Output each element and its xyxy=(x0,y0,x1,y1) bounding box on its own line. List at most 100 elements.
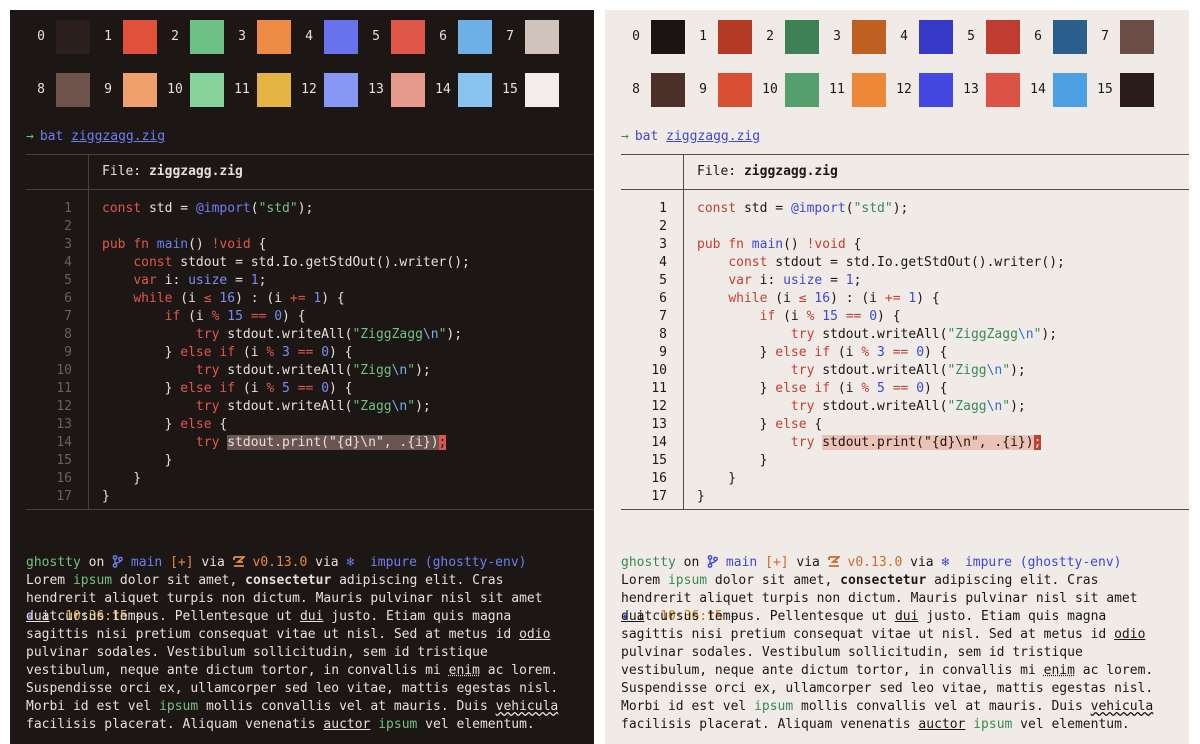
palette-swatch xyxy=(190,73,224,107)
palette-index: 9 xyxy=(699,82,707,97)
code-token: 15 xyxy=(227,309,243,324)
text-line: sagittis nisi pretium consequat vitae ut… xyxy=(621,626,1153,644)
git-branch-icon xyxy=(707,555,719,570)
palette-color-0: 0 xyxy=(621,20,688,54)
palette-swatch xyxy=(651,73,685,107)
code-token: stdout.writeAll( xyxy=(219,363,353,378)
code-token: == xyxy=(250,309,267,324)
palette-color-13: 13 xyxy=(956,73,1023,107)
code-token: ; xyxy=(1033,435,1042,450)
code-token: pub xyxy=(102,237,126,252)
palette-index: 1 xyxy=(104,29,112,44)
line-number: 8 xyxy=(64,327,72,342)
palette-color-10: 10 xyxy=(755,73,822,107)
palette-color-5: 5 xyxy=(361,20,428,54)
file-name: ziggzagg.zig xyxy=(148,164,243,179)
line-number: 15 xyxy=(651,453,667,468)
light-theme-terminal[interactable]: 01234567 8 9 10 11 12 13 14 15 → bat ziggzagg.zi… xyxy=(605,10,1189,744)
code-line: } else if (i % 5 == 0) { xyxy=(102,380,470,398)
command-file-link[interactable]: ziggzagg.zig xyxy=(666,129,760,144)
text-line: pulvinar sodales. Vestibulum sollicitudi… xyxy=(26,644,558,662)
text-segment: ac lorem. xyxy=(479,663,559,678)
palette-color-14: 14 xyxy=(428,73,495,107)
palette-color-7: 7 xyxy=(495,20,562,54)
text-line: Lorem ipsum dolor sit amet, consectetur … xyxy=(26,572,558,590)
palette-color-15: 15 xyxy=(1090,73,1157,107)
text-segment: Morbi id est vel xyxy=(26,699,160,714)
code-token: stdout = std.Io.getStdOut().writer(); xyxy=(767,255,1065,270)
palette-index: 8 xyxy=(37,82,45,97)
palette-swatch xyxy=(1053,73,1087,107)
dark-theme-terminal[interactable]: 01234567 8 9 10 11 12 13 14 15 → bat ziggzagg.zi… xyxy=(10,10,594,744)
code-token: std = xyxy=(141,201,196,216)
text-segment: adipiscing elit. Cras xyxy=(926,573,1099,588)
line-number: 2 xyxy=(64,219,72,234)
code-token: ); xyxy=(297,201,314,216)
code-view[interactable]: const std = @import("std"); pub fn main()… xyxy=(102,200,470,506)
palette-row-normal: 0 1 2 3 4 5 6 7 xyxy=(26,20,562,54)
code-token: !void xyxy=(806,237,846,252)
code-line: } else { xyxy=(102,416,470,434)
palette-swatch xyxy=(458,73,492,107)
palette-index: 11 xyxy=(234,82,250,97)
text-segment: sagittis nisi pretium consequat vitae ut… xyxy=(621,627,1115,642)
text-segment: ipsum xyxy=(973,717,1013,732)
code-token: if xyxy=(164,309,181,324)
text-segment: vestibulum, neque ante dictum tortor, in… xyxy=(26,663,449,678)
code-token: 1 xyxy=(845,273,854,288)
code-view[interactable]: const std = @import("std"); pub fn main()… xyxy=(697,200,1065,506)
command-line: → bat ziggzagg.zig xyxy=(26,128,165,146)
bat-top-rule xyxy=(26,154,594,155)
text-segment: facilisis placerat. Aliquam venenatis xyxy=(26,717,324,732)
code-token: var xyxy=(728,273,752,288)
text-line: vestibulum, neque ante dictum tortor, in… xyxy=(621,662,1153,680)
code-token: var xyxy=(133,273,157,288)
code-line: pub fn main() !void { xyxy=(697,236,1065,254)
line-number: 12 xyxy=(651,399,667,414)
palette-color-1: 1 xyxy=(93,20,160,54)
code-token: else if xyxy=(775,345,831,360)
code-token: { xyxy=(211,417,228,432)
line-number: 13 xyxy=(56,417,72,432)
text-line: hendrerit aliquet turpis non dictum. Mau… xyxy=(621,590,1153,608)
palette-color-7: 7 xyxy=(1090,20,1157,54)
code-token: stdout = std.Io.getStdOut().writer(); xyxy=(172,255,470,270)
code-line: const std = @import("std"); xyxy=(697,200,1065,218)
code-token: } xyxy=(697,453,768,468)
code-token: 1 xyxy=(250,273,259,288)
status-line-1: ghostty on main [+] via v0.13.0 via ❄ im… xyxy=(621,554,1121,572)
code-token: try xyxy=(195,399,220,414)
code-token: @import xyxy=(195,201,251,216)
git-branch: main xyxy=(718,555,758,570)
prompt-arrow-icon: → xyxy=(621,129,629,144)
code-token: ( xyxy=(250,201,259,216)
code-token: 3 xyxy=(877,345,885,360)
code-token: " xyxy=(407,363,416,378)
text-segment: Suspendisse orci ex, ullamcorper sed leo… xyxy=(621,681,1154,696)
palette-color-6: 6 xyxy=(428,20,495,54)
code-token: ); xyxy=(1010,363,1026,378)
palette-swatch xyxy=(190,20,224,54)
command-file-link[interactable]: ziggzagg.zig xyxy=(71,129,165,144)
palette-color-8: 8 xyxy=(621,73,688,107)
palette-index: 4 xyxy=(900,29,908,44)
palette-swatch xyxy=(324,20,358,54)
bat-gutter-rule xyxy=(88,154,89,510)
text-line: dui cursus tempus. Pellentesque ut dui j… xyxy=(26,608,558,626)
text-segment: mollis convallis vel at mauris. Duis xyxy=(198,699,496,714)
palette-color-9: 9 xyxy=(688,73,755,107)
line-number: 9 xyxy=(659,345,667,360)
code-token: } xyxy=(102,453,173,468)
code-token: == xyxy=(892,381,909,396)
code-token: 3 xyxy=(282,345,290,360)
code-token: ); xyxy=(415,399,431,414)
